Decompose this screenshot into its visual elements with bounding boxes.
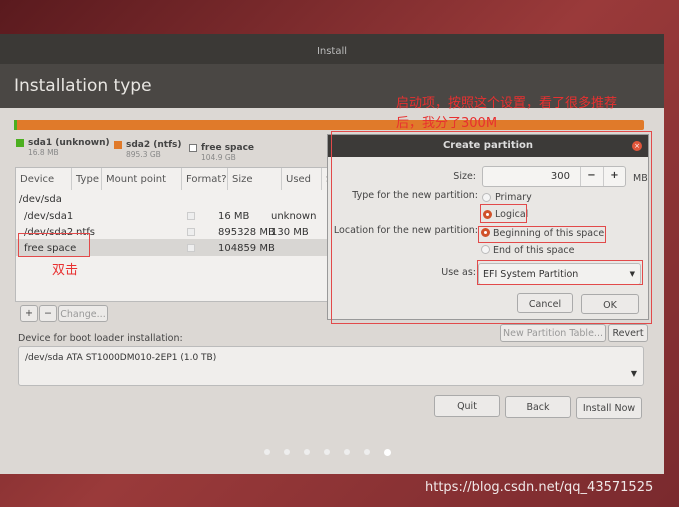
bootloader-label: Device for boot loader installation: [18,333,183,344]
progress-dot [304,449,310,455]
legend-free: free space 104.9 GB [189,143,254,162]
cell-device: /dev/sda1 [24,211,74,222]
col-format[interactable]: Format? [182,168,228,190]
disk-usage-bar [14,120,644,130]
swatch [16,138,24,147]
swatch [114,140,122,149]
swatch [189,143,197,152]
table-row[interactable]: /dev/sda [16,190,329,207]
dropdown-arrow-icon: ▼ [630,369,637,378]
annotation-line1: 启动项，按照这个设置，看了很多推荐 [396,96,618,111]
annotation-double-click: 双击 [52,263,79,278]
format-checkbox[interactable] [187,228,195,236]
new-partition-table-button[interactable]: New Partition Table... [500,324,606,342]
format-checkbox[interactable] [187,244,195,252]
progress-dot [264,449,270,455]
highlight-box [480,204,527,223]
cell-size: 104859 MB [218,243,275,254]
legend-sda1: sda1 (unknown) 16.8 MB [16,138,110,157]
legend-label: free space [201,143,255,153]
highlight-box [18,233,90,257]
legend-size: 104.9 GB [201,153,236,162]
legend-label: sda1 (unknown) [28,138,110,148]
add-partition-button[interactable]: + [20,305,38,322]
col-mount[interactable]: Mount point [102,168,182,190]
progress-dot-current [384,449,391,456]
progress-dot [364,449,370,455]
install-now-button[interactable]: Install Now [576,397,642,419]
legend-sda2: sda2 (ntfs) 895.3 GB [114,140,181,159]
highlight-box [478,226,606,243]
legend-size: 895.3 GB [126,150,161,159]
cell-used: 130 MB [271,227,309,238]
progress-dot [324,449,330,455]
legend-label: sda2 (ntfs) [126,140,182,150]
col-size[interactable]: Size [228,168,282,190]
cell-used: unknown [271,211,317,222]
cell-size: 895328 MB [218,227,275,238]
table-row[interactable]: /dev/sda1 16 MB unknown [16,207,329,224]
col-device[interactable]: Device [16,168,72,190]
progress-dot [284,449,290,455]
cell-device: /dev/sda [19,194,62,205]
revert-button[interactable]: Revert [608,324,648,342]
bootloader-value: /dev/sda ATA ST1000DM010-2EP1 (1.0 TB) [25,353,217,363]
watermark: https://blog.csdn.net/qq_43571525 [425,480,654,495]
col-type[interactable]: Type [72,168,102,190]
progress-dot [344,449,350,455]
annotation-line2: 后，我分了300M [396,116,498,131]
remove-partition-button[interactable]: − [39,305,57,322]
page-title: Installation type [14,76,152,96]
highlight-box [477,260,643,285]
col-used[interactable]: Used [282,168,322,190]
cell-size: 16 MB [218,211,250,222]
back-button[interactable]: Back [505,396,571,418]
change-button[interactable]: Change... [58,305,108,322]
format-checkbox[interactable] [187,212,195,220]
bootloader-select[interactable]: /dev/sda ATA ST1000DM010-2EP1 (1.0 TB) ▼ [18,346,644,386]
quit-button[interactable]: Quit [434,395,500,417]
legend-size: 16.8 MB [28,148,59,157]
